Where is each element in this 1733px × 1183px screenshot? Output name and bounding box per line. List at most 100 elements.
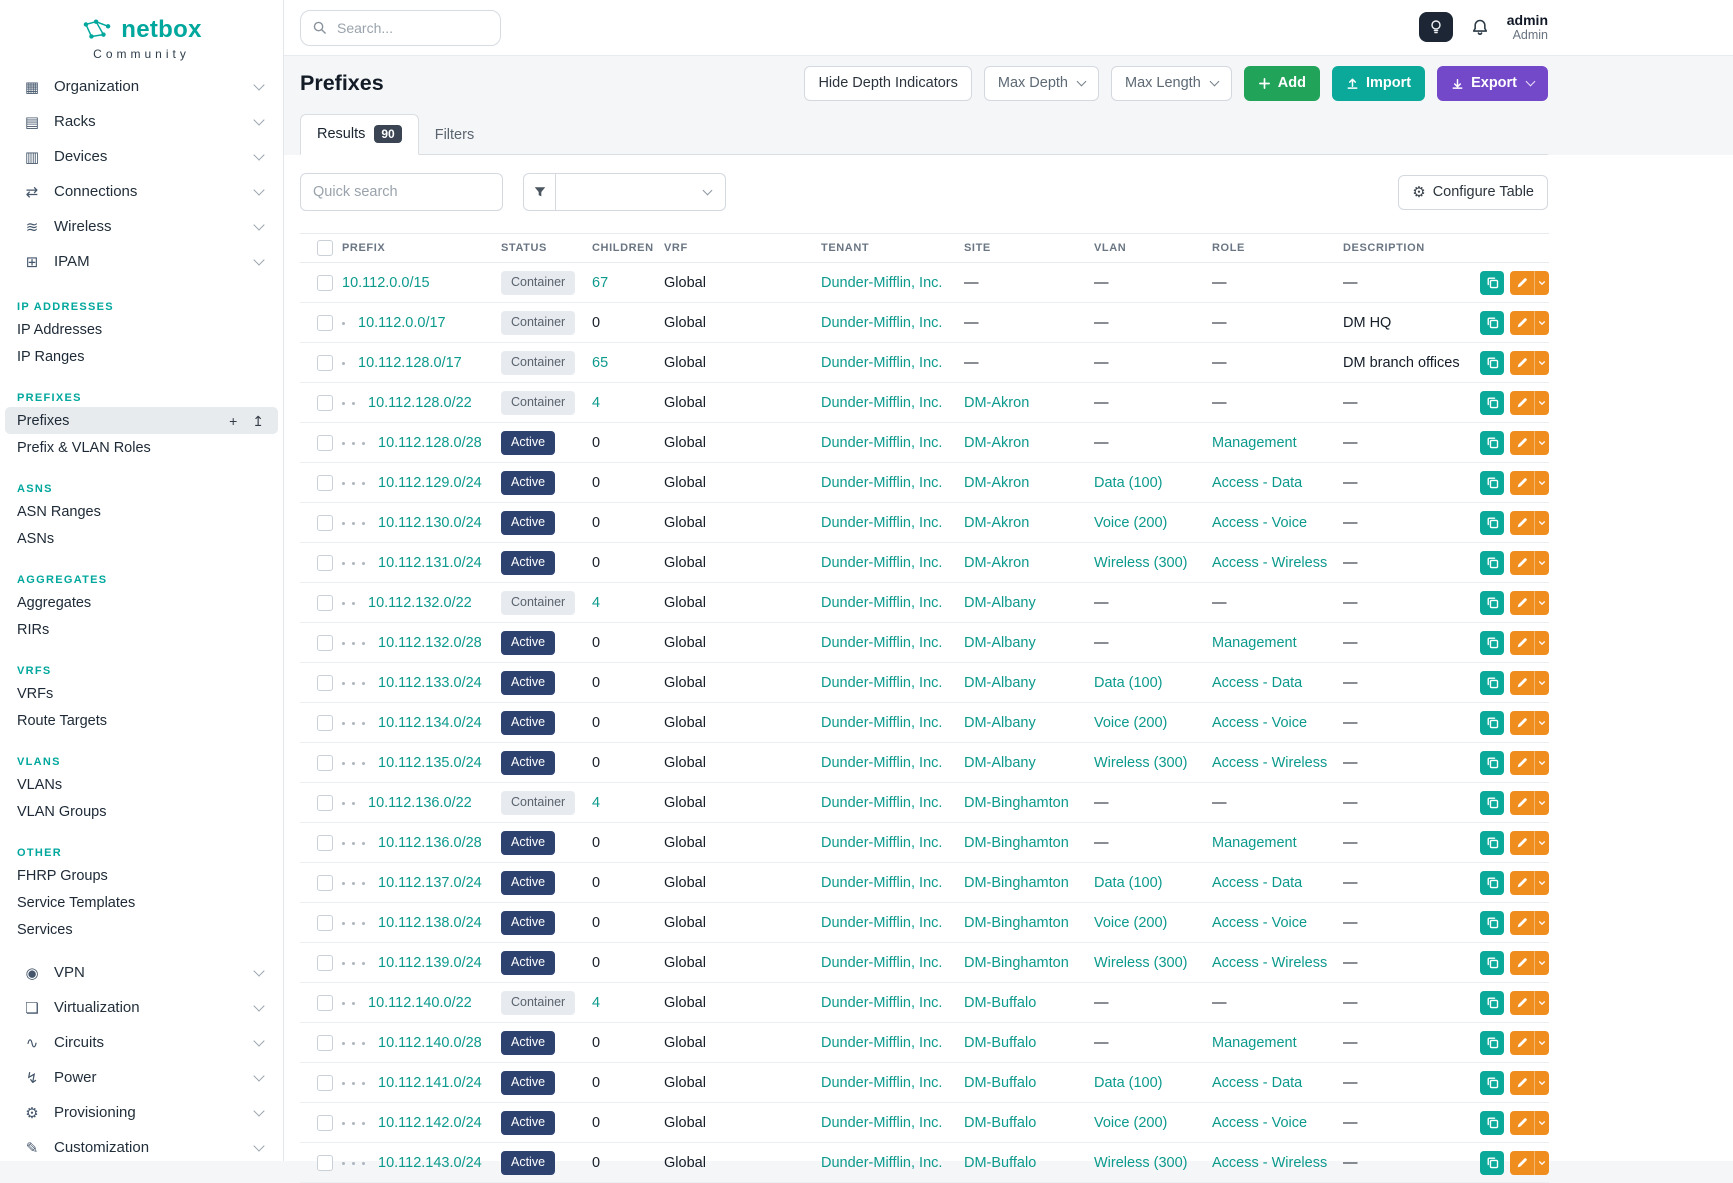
site-link[interactable]: DM-Buffalo <box>964 1035 1036 1051</box>
site-link[interactable]: DM-Buffalo <box>964 1155 1036 1171</box>
edit-dropdown-button[interactable] <box>1534 671 1549 695</box>
sidebar-item-ip-ranges[interactable]: IP Ranges <box>0 343 283 370</box>
prefix-link[interactable]: 10.112.134.0/24 <box>378 715 482 731</box>
copy-button[interactable] <box>1480 911 1504 935</box>
prefix-link[interactable]: 10.112.132.0/22 <box>368 595 472 611</box>
tab-results[interactable]: Results 90 <box>300 114 419 155</box>
row-checkbox[interactable] <box>317 515 333 531</box>
vlan-link[interactable]: Voice (200) <box>1094 915 1167 931</box>
edit-button[interactable] <box>1510 551 1534 575</box>
edit-button[interactable] <box>1510 791 1534 815</box>
sidebar-item-connections[interactable]: ⇄Connections <box>0 174 283 209</box>
copy-button[interactable] <box>1480 671 1504 695</box>
prefix-link[interactable]: 10.112.142.0/24 <box>378 1115 482 1131</box>
edit-button[interactable] <box>1510 431 1534 455</box>
prefix-link[interactable]: 10.112.135.0/24 <box>378 755 482 771</box>
copy-button[interactable] <box>1480 551 1504 575</box>
site-link[interactable]: DM-Binghamton <box>964 795 1069 811</box>
site-link[interactable]: DM-Akron <box>964 515 1029 531</box>
prefix-link[interactable]: 10.112.133.0/24 <box>378 675 482 691</box>
children-link[interactable]: 4 <box>592 795 600 811</box>
copy-button[interactable] <box>1480 751 1504 775</box>
row-checkbox[interactable] <box>317 715 333 731</box>
copy-button[interactable] <box>1480 391 1504 415</box>
edit-button[interactable] <box>1510 831 1534 855</box>
tenant-link[interactable]: Dunder-Mifflin, Inc. <box>821 275 942 291</box>
add-button[interactable]: Add <box>1244 66 1320 101</box>
row-checkbox[interactable] <box>317 555 333 571</box>
row-checkbox[interactable] <box>317 315 333 331</box>
role-link[interactable]: Access - Data <box>1212 875 1302 891</box>
sidebar-item-racks[interactable]: ▤Racks <box>0 104 283 139</box>
site-link[interactable]: DM-Buffalo <box>964 1115 1036 1131</box>
sidebar-item-customization[interactable]: ✎Customization <box>0 1130 283 1161</box>
copy-button[interactable] <box>1480 871 1504 895</box>
role-link[interactable]: Access - Wireless <box>1212 955 1327 971</box>
sidebar-item-vlans[interactable]: VLANs <box>0 771 283 798</box>
sidebar-item-wireless[interactable]: ≋Wireless <box>0 209 283 244</box>
theme-toggle-button[interactable] <box>1419 12 1453 42</box>
tenant-link[interactable]: Dunder-Mifflin, Inc. <box>821 515 942 531</box>
sidebar-item-ipam[interactable]: ⊞IPAM <box>0 244 283 279</box>
edit-dropdown-button[interactable] <box>1534 391 1549 415</box>
row-checkbox[interactable] <box>317 1115 333 1131</box>
edit-button[interactable] <box>1510 511 1534 535</box>
tenant-link[interactable]: Dunder-Mifflin, Inc. <box>821 355 942 371</box>
site-link[interactable]: DM-Binghamton <box>964 835 1069 851</box>
role-link[interactable]: Management <box>1212 435 1297 451</box>
column-header-site[interactable]: SITE <box>964 234 1094 263</box>
copy-button[interactable] <box>1480 271 1504 295</box>
sidebar-item-fhrp-groups[interactable]: FHRP Groups <box>0 862 283 889</box>
tenant-link[interactable]: Dunder-Mifflin, Inc. <box>821 315 942 331</box>
copy-button[interactable] <box>1480 631 1504 655</box>
sidebar-item-rirs[interactable]: RIRs <box>0 616 283 643</box>
tenant-link[interactable]: Dunder-Mifflin, Inc. <box>821 435 942 451</box>
row-checkbox[interactable] <box>317 435 333 451</box>
sidebar-item-asns[interactable]: ASNs <box>0 525 283 552</box>
edit-button[interactable] <box>1510 631 1534 655</box>
vlan-link[interactable]: Voice (200) <box>1094 715 1167 731</box>
vlan-link[interactable]: Data (100) <box>1094 675 1163 691</box>
sidebar-item-services[interactable]: Services <box>0 916 283 943</box>
edit-dropdown-button[interactable] <box>1534 1111 1549 1135</box>
edit-button[interactable] <box>1510 671 1534 695</box>
edit-button[interactable] <box>1510 911 1534 935</box>
row-checkbox[interactable] <box>317 635 333 651</box>
vlan-link[interactable]: Voice (200) <box>1094 515 1167 531</box>
edit-dropdown-button[interactable] <box>1534 791 1549 815</box>
role-link[interactable]: Access - Data <box>1212 475 1302 491</box>
vlan-link[interactable]: Data (100) <box>1094 875 1163 891</box>
edit-dropdown-button[interactable] <box>1534 1031 1549 1055</box>
copy-button[interactable] <box>1480 1031 1504 1055</box>
prefix-link[interactable]: 10.112.129.0/24 <box>378 475 482 491</box>
sidebar-item-virtualization[interactable]: ❏Virtualization <box>0 990 283 1025</box>
role-link[interactable]: Access - Wireless <box>1212 755 1327 771</box>
edit-button[interactable] <box>1510 1151 1534 1175</box>
tenant-link[interactable]: Dunder-Mifflin, Inc. <box>821 1035 942 1051</box>
row-checkbox[interactable] <box>317 595 333 611</box>
tenant-link[interactable]: Dunder-Mifflin, Inc. <box>821 595 942 611</box>
site-link[interactable]: DM-Albany <box>964 755 1036 771</box>
tenant-link[interactable]: Dunder-Mifflin, Inc. <box>821 955 942 971</box>
copy-button[interactable] <box>1480 791 1504 815</box>
sidebar-item-ip-addresses[interactable]: IP Addresses <box>0 316 283 343</box>
copy-button[interactable] <box>1480 1071 1504 1095</box>
row-checkbox[interactable] <box>317 875 333 891</box>
edit-button[interactable] <box>1510 751 1534 775</box>
sidebar-item-vpn[interactable]: ◉VPN <box>0 955 283 990</box>
copy-button[interactable] <box>1480 831 1504 855</box>
filter-button[interactable] <box>523 173 556 211</box>
row-checkbox[interactable] <box>317 275 333 291</box>
vlan-link[interactable]: Voice (200) <box>1094 1115 1167 1131</box>
site-link[interactable]: DM-Albany <box>964 675 1036 691</box>
tenant-link[interactable]: Dunder-Mifflin, Inc. <box>821 915 942 931</box>
role-link[interactable]: Access - Wireless <box>1212 555 1327 571</box>
children-link[interactable]: 65 <box>592 355 608 371</box>
tenant-link[interactable]: Dunder-Mifflin, Inc. <box>821 995 942 1011</box>
column-header-tenant[interactable]: TENANT <box>821 234 964 263</box>
role-link[interactable]: Access - Voice <box>1212 1115 1307 1131</box>
edit-dropdown-button[interactable] <box>1534 631 1549 655</box>
site-link[interactable]: DM-Akron <box>964 475 1029 491</box>
sidebar-item-aggregates[interactable]: Aggregates <box>0 589 283 616</box>
edit-button[interactable] <box>1510 711 1534 735</box>
